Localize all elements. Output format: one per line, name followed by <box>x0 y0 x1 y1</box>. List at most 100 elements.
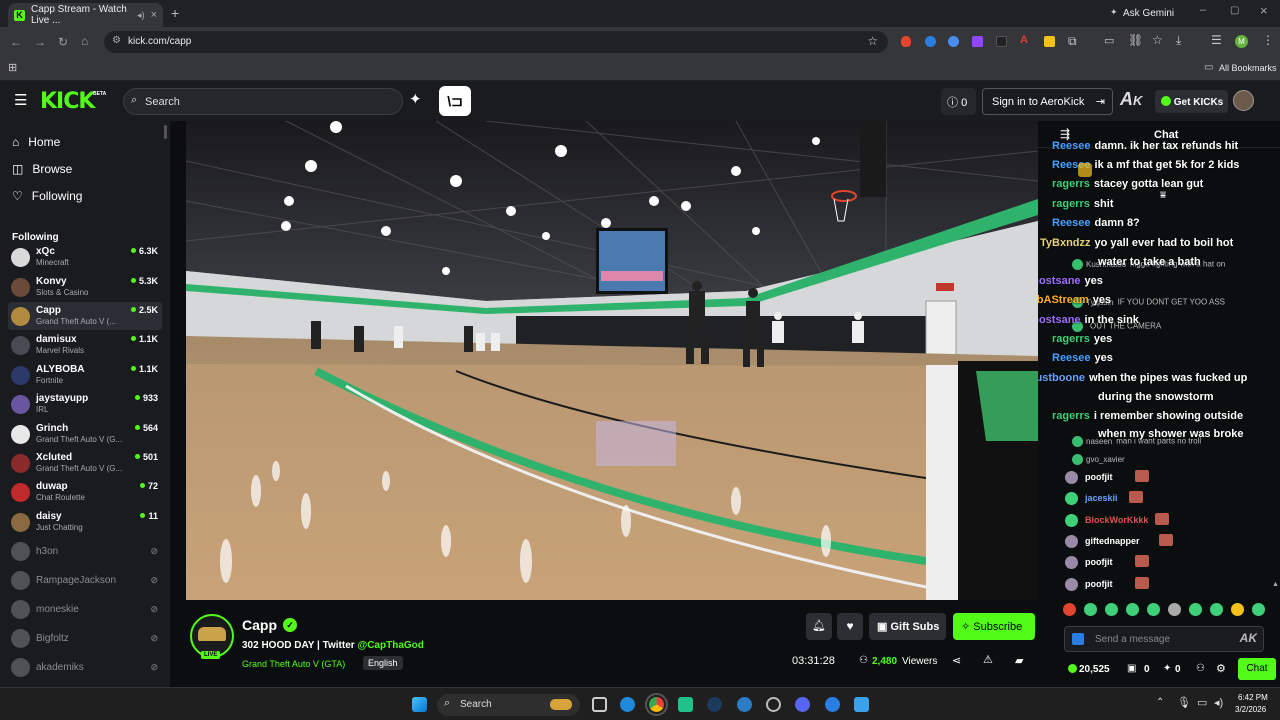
chrome-icon[interactable] <box>645 693 668 716</box>
gift-subs-button[interactable]: ▣ Gift Subs <box>869 613 946 640</box>
tray-chevron-icon[interactable]: ⌃ <box>1156 697 1164 708</box>
emote-icon[interactable] <box>1231 603 1244 616</box>
chat-username[interactable]: ragerrs <box>1052 333 1090 345</box>
report-icon[interactable]: ⚠ <box>983 653 993 666</box>
speaker-icon[interactable]: ◂) <box>137 10 145 21</box>
apps-grid-icon[interactable]: ⊞ <box>8 61 17 74</box>
taskbar-search[interactable]: ⌕ Search <box>437 694 580 716</box>
sparkle-icon[interactable]: ✦ <box>409 90 422 108</box>
channel-name[interactable]: Capp <box>242 617 277 633</box>
chat-username[interactable]: poofjit <box>1085 557 1113 567</box>
sidebar-nav-following[interactable]: ♡ Following <box>12 189 82 203</box>
chat-username[interactable]: almostsane <box>1038 275 1081 287</box>
collapse-chat-icon[interactable]: ⇶ <box>1060 127 1070 141</box>
reload-icon[interactable]: ↻ <box>58 35 68 49</box>
chat-username[interactable]: Reesee <box>1052 352 1091 364</box>
chat-username[interactable]: BlockWorKkkk <box>1085 515 1148 525</box>
emote-icon[interactable] <box>1063 603 1076 616</box>
bookmark-star-icon[interactable]: ☆ <box>867 34 878 48</box>
task-view-icon[interactable] <box>592 697 607 712</box>
emote-icon[interactable] <box>1168 603 1181 616</box>
sidebar-channel-alyboba[interactable]: ALYBOBA Fortnite 1.1K <box>8 361 162 389</box>
chat-username[interactable]: ragerrs <box>1052 410 1090 422</box>
app-ring-icon[interactable] <box>766 697 781 712</box>
sidebar-channel-duwap[interactable]: duwap Chat Roulette 72 <box>8 478 162 506</box>
settings-gear-icon[interactable]: ⚙ <box>1216 662 1226 675</box>
all-bookmarks-link[interactable]: All Bookmarks <box>1219 63 1277 73</box>
edge-icon[interactable] <box>620 697 635 712</box>
search-input[interactable]: ⌕ Search <box>123 88 403 115</box>
emote-icon[interactable] <box>1147 603 1160 616</box>
chat-username[interactable]: Reesee <box>1052 217 1091 229</box>
chat-username[interactable]: Reesee <box>1052 140 1091 152</box>
twitter-link[interactable]: @CapThaGod <box>357 640 423 651</box>
clock-time[interactable]: 6:42 PM <box>1238 693 1268 702</box>
browser-tab[interactable]: K Capp Stream - Watch Live ... ◂) × <box>8 3 163 27</box>
category-link[interactable]: Grand Theft Auto V (GTA) <box>242 659 345 669</box>
close-tab-icon[interactable]: × <box>151 9 157 21</box>
notification-button[interactable]: ⓘ 0 <box>941 88 976 115</box>
follow-heart-button[interactable]: ♥ <box>837 613 863 640</box>
user-list-icon[interactable]: ⚇ <box>1196 663 1205 674</box>
discord-icon[interactable] <box>795 697 810 712</box>
url-field[interactable]: ⚙ kick.com/capp ☆ <box>104 31 888 53</box>
network-icon[interactable]: ▭ <box>1197 696 1207 709</box>
back-icon[interactable]: ← <box>10 35 22 49</box>
sidebar-scrollbar[interactable] <box>164 125 167 139</box>
sidebar-channel-bigfoltz[interactable]: Bigfoltz ⊘ <box>8 624 162 652</box>
maximize-icon[interactable]: ▢ <box>1230 5 1239 16</box>
side-panel-icon[interactable]: ☰ <box>1211 33 1222 47</box>
home-browser-icon[interactable]: ⌂ <box>81 34 88 48</box>
volume-icon[interactable]: ◂) <box>1214 696 1223 709</box>
emote-icon[interactable] <box>1105 603 1118 616</box>
sidebar-channel-capp[interactable]: Capp Grand Theft Auto V (... 2.5K <box>8 302 162 330</box>
extensions-puzzle-icon[interactable]: ⧉ <box>1068 34 1077 49</box>
chat-username[interactable]: poofjit <box>1085 579 1113 589</box>
chat-scrollbar[interactable]: ▲ <box>1272 581 1279 588</box>
menu-kebab-icon[interactable]: ⋮ <box>1262 33 1274 47</box>
emote-icon[interactable] <box>1210 603 1223 616</box>
signin-aerokick-button[interactable]: Sign in to AeroKick ⇥ <box>982 88 1113 115</box>
extension-yellow-icon[interactable] <box>1044 36 1055 47</box>
chat-username[interactable]: almostsane <box>1038 314 1081 326</box>
chat-username[interactable]: 1DubAStream <box>1038 294 1089 306</box>
clock-date[interactable]: 3/2/2026 <box>1235 705 1266 714</box>
user-avatar[interactable] <box>1233 90 1254 111</box>
sidebar-channel-jaystayupp[interactable]: jaystayupp IRL 933 <box>8 390 162 418</box>
sidebar-channel-h3on[interactable]: h3on ⊘ <box>8 537 162 565</box>
chat-username[interactable]: giftednapper <box>1085 536 1140 546</box>
sidebar-channel-akademiks[interactable]: akademiks ⊘ <box>8 653 162 681</box>
emote-icon[interactable] <box>1252 603 1265 616</box>
app-c-icon[interactable] <box>737 697 752 712</box>
app-green-icon[interactable] <box>678 697 693 712</box>
share-icon[interactable]: ⋖ <box>952 654 961 667</box>
window-close-icon[interactable]: × <box>1260 3 1268 18</box>
chat-username[interactable]: ragerrs <box>1052 178 1090 190</box>
sidebar-channel-grinch[interactable]: Grinch Grand Theft Auto V (G... 564 <box>8 420 162 448</box>
chat-username[interactable]: augustboone <box>1038 372 1085 384</box>
chat-username[interactable]: poofjit <box>1085 472 1113 482</box>
extension-a-icon[interactable]: A <box>1020 34 1028 46</box>
sidebar-channel-konvy[interactable]: Konvy Slots & Casino 5.3K <box>8 273 162 301</box>
language-tag[interactable]: English <box>363 656 403 670</box>
extension-purple-icon[interactable] <box>972 36 983 47</box>
sidebar-channel-damisux[interactable]: damisux Marvel Rivals 1.1K <box>8 331 162 359</box>
clip-icon[interactable]: ▰ <box>1015 654 1023 667</box>
tab-search-icon[interactable]: ▭ <box>1104 34 1114 47</box>
kick-logo[interactable]: KICK <box>40 89 95 114</box>
chat-username[interactable]: ragerrs <box>1052 198 1090 210</box>
ask-gemini-button[interactable]: Ask Gemini <box>1123 8 1174 19</box>
app-pen-icon[interactable] <box>854 697 869 712</box>
link-icon[interactable]: ⛓ <box>1128 33 1143 47</box>
chat-username[interactable]: TyBxndzz <box>1040 237 1091 249</box>
windows-start-icon[interactable] <box>412 697 427 712</box>
app-blue-icon[interactable] <box>825 697 840 712</box>
extension-red-icon[interactable] <box>901 36 911 47</box>
bookmarks-icon[interactable]: ☆ <box>1152 33 1163 47</box>
profile-avatar[interactable]: M <box>1235 35 1248 48</box>
chat-send-button[interactable]: Chat <box>1238 658 1276 680</box>
sidebar-channel-daisy[interactable]: daisy Just Chatting 11 <box>8 508 162 536</box>
vj-extension-icon[interactable]: \⊐ <box>439 86 471 116</box>
download-icon[interactable]: ⤓ <box>1176 33 1181 48</box>
minimize-icon[interactable]: – <box>1200 4 1206 16</box>
